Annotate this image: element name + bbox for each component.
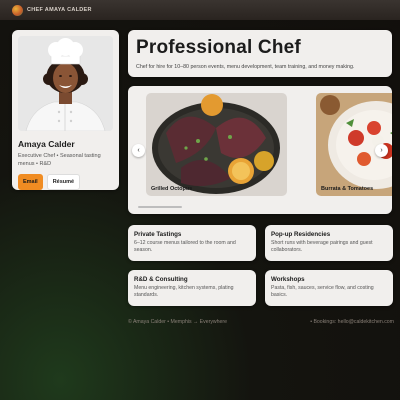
email-button[interactable]: Email bbox=[18, 174, 43, 190]
service-card-popup-residencies[interactable]: Pop-up Residencies Short runs with bever… bbox=[265, 225, 393, 261]
profile-card: Amaya Calder Executive Chef • Seasonal t… bbox=[12, 30, 119, 190]
service-card-private-tastings[interactable]: Private Tastings 6–12 course menus tailo… bbox=[128, 225, 256, 261]
chevron-left-icon[interactable]: ‹ bbox=[132, 144, 145, 157]
chevron-right-icon[interactable]: › bbox=[375, 144, 388, 157]
service-card-rd-consulting[interactable]: R&D & Consulting Menu engineering, kitch… bbox=[128, 270, 256, 306]
service-desc: Menu engineering, kitchen systems, plati… bbox=[134, 285, 234, 298]
service-desc: Pasta, fish, sauces, service flow, and c… bbox=[271, 285, 374, 298]
service-card-workshops[interactable]: Workshops Pasta, fish, sauces, service f… bbox=[265, 270, 393, 306]
logo-icon bbox=[12, 4, 23, 16]
gallery-caption: Grilled Octopus bbox=[151, 186, 193, 192]
service-desc: 6–12 course menus tailored to the room a… bbox=[134, 240, 236, 253]
chef-role: Executive Chef • Seasonal tasting menus … bbox=[18, 153, 101, 167]
gallery-caption: Burrata & Tomatoes bbox=[321, 186, 374, 192]
gallery-scrollbar[interactable] bbox=[138, 206, 182, 208]
photo-gallery[interactable]: Grilled Octopus Burrata & Tomatoes ‹ › bbox=[128, 86, 392, 214]
top-bar: CHEF AMAYA CALDER bbox=[0, 0, 400, 20]
service-title: Private Tastings bbox=[134, 231, 182, 238]
chef-name: Amaya Calder bbox=[18, 139, 75, 149]
service-title: Pop-up Residencies bbox=[271, 231, 331, 238]
chef-portrait bbox=[18, 36, 113, 131]
service-title: Workshops bbox=[271, 276, 305, 283]
page-title: Professional Chef bbox=[136, 37, 301, 58]
footer-copyright: © Amaya Calder • Memphis → Everywhere bbox=[128, 319, 228, 325]
gallery-slide-octopus[interactable]: Grilled Octopus bbox=[146, 93, 287, 196]
service-title: R&D & Consulting bbox=[134, 276, 188, 283]
hero-card: Professional Chef Chef for hire for 10–8… bbox=[128, 30, 392, 77]
page-subtitle: Chef for hire for 10–80 person events, m… bbox=[136, 64, 355, 70]
service-desc: Short runs with beverage pairings and gu… bbox=[271, 240, 373, 253]
brand-name[interactable]: CHEF AMAYA CALDER bbox=[27, 7, 92, 13]
footer-bookings-link[interactable]: • Bookings: hello@caldekitchen.com bbox=[310, 319, 394, 325]
resume-button[interactable]: Résumé bbox=[46, 174, 81, 190]
